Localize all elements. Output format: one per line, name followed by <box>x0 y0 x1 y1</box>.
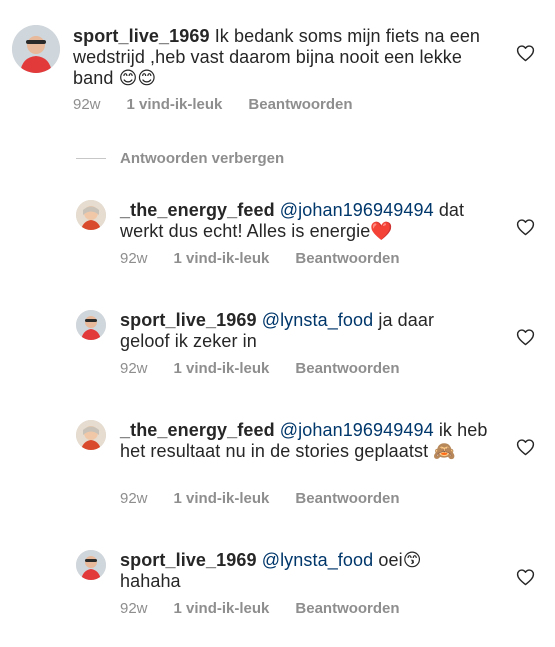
mention-link[interactable]: @johan196949494 <box>280 420 434 440</box>
reply-button[interactable]: Beantwoorden <box>295 250 399 267</box>
reply-meta: 92w 1 vind-ik-leuk Beantwoorden <box>120 490 426 507</box>
likes-count[interactable]: 1 vind-ik-leuk <box>174 600 270 617</box>
avatar-sport-live-image <box>76 310 106 340</box>
reply-button[interactable]: Beantwoorden <box>295 360 399 377</box>
reply-text: _the_energy_feed @johan196949494 ik heb … <box>120 420 495 462</box>
heart-icon[interactable] <box>516 568 535 586</box>
avatar[interactable] <box>76 200 106 230</box>
likes-count[interactable]: 1 vind-ik-leuk <box>174 360 270 377</box>
likes-count[interactable]: 1 vind-ik-leuk <box>174 250 270 267</box>
reply-text: _the_energy_feed @johan196949494 dat wer… <box>120 200 490 242</box>
avatar[interactable] <box>76 310 106 340</box>
avatar[interactable] <box>12 25 60 73</box>
hide-replies-label: Antwoorden verbergen <box>120 149 285 167</box>
comment-time: 92w <box>73 96 101 113</box>
smile-emoji: 😊😊 <box>118 68 157 89</box>
see-no-evil-monkey-emoji: 🙈 <box>433 441 456 462</box>
comment-text: sport_live_1969 Ik bedank soms mijn fiet… <box>73 26 493 89</box>
reply-meta: 92w 1 vind-ik-leuk Beantwoorden <box>120 360 426 377</box>
likes-count[interactable]: 1 vind-ik-leuk <box>127 96 223 113</box>
reply-button[interactable]: Beantwoorden <box>295 600 399 617</box>
reply-time: 92w <box>120 490 148 507</box>
likes-count[interactable]: 1 vind-ik-leuk <box>174 490 270 507</box>
avatar-energy-feed-image <box>76 200 106 230</box>
mention-link[interactable]: @lynsta_food <box>262 550 374 570</box>
heart-icon[interactable] <box>516 218 535 236</box>
heart-icon[interactable] <box>516 328 535 346</box>
reply-username[interactable]: _the_energy_feed <box>120 420 275 440</box>
reply-time: 92w <box>120 360 148 377</box>
avatar-energy-feed-image <box>76 420 106 450</box>
avatar-sport-live-image <box>12 25 60 73</box>
comment-meta: 92w 1 vind-ik-leuk Beantwoorden <box>73 96 379 113</box>
comment-username[interactable]: sport_live_1969 <box>73 26 210 46</box>
reply-time: 92w <box>120 600 148 617</box>
mention-link[interactable]: @lynsta_food <box>262 310 374 330</box>
heart-icon[interactable] <box>516 438 535 456</box>
reply-username[interactable]: sport_live_1969 <box>120 310 257 330</box>
reply-message-line-2: hahaha <box>120 571 181 591</box>
reply-message: oei <box>378 550 403 570</box>
reply-button[interactable]: Beantwoorden <box>295 490 399 507</box>
avatar[interactable] <box>76 550 106 580</box>
kissing-face-emoji: 😙 <box>402 550 422 571</box>
avatar[interactable] <box>76 420 106 450</box>
reply-username[interactable]: sport_live_1969 <box>120 550 257 570</box>
reply-text: sport_live_1969 @lynsta_food oei😙 hahaha <box>120 550 460 592</box>
reply-time: 92w <box>120 250 148 267</box>
avatar-sport-live-image <box>76 550 106 580</box>
reply-meta: 92w 1 vind-ik-leuk Beantwoorden <box>120 600 426 617</box>
divider <box>76 157 106 159</box>
heart-emoji: ❤️ <box>370 221 393 242</box>
hide-replies-button[interactable]: Antwoorden verbergen <box>76 148 284 168</box>
heart-icon[interactable] <box>516 44 535 62</box>
reply-button[interactable]: Beantwoorden <box>248 96 352 113</box>
mention-link[interactable]: @johan196949494 <box>280 200 434 220</box>
reply-text: sport_live_1969 @lynsta_food ja daar gel… <box>120 310 460 352</box>
reply-meta: 92w 1 vind-ik-leuk Beantwoorden <box>120 250 426 267</box>
reply-username[interactable]: _the_energy_feed <box>120 200 275 220</box>
